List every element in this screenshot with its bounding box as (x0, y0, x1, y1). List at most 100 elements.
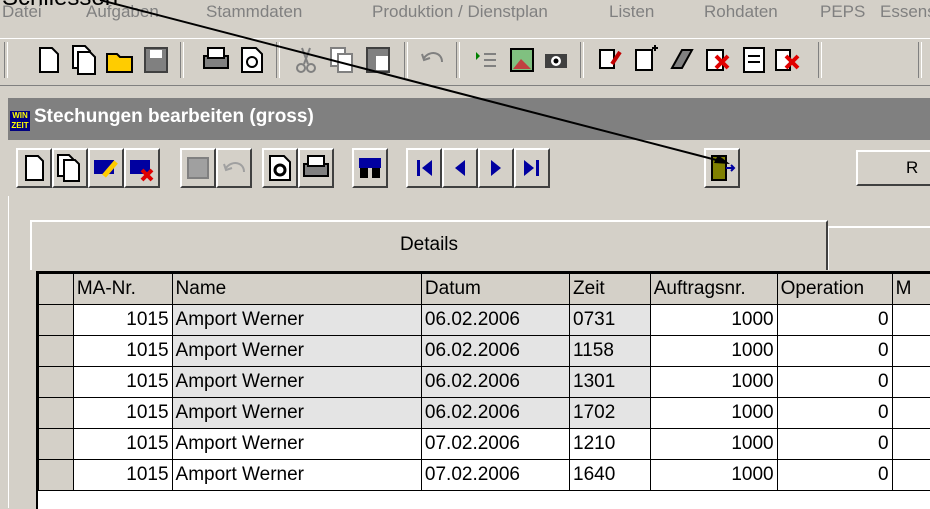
column-header-ma-nr[interactable]: MA-Nr. (73, 274, 172, 305)
cell-operation[interactable]: 0 (777, 336, 892, 367)
cell-ma-nr[interactable]: 1015 (73, 305, 172, 336)
cell-m[interactable] (892, 429, 930, 460)
document-icon[interactable] (738, 42, 770, 78)
previous-record-icon[interactable] (442, 148, 478, 188)
cell-datum[interactable]: 06.02.2006 (421, 367, 569, 398)
open-folder-icon[interactable] (104, 42, 136, 78)
print-icon[interactable] (200, 42, 232, 78)
camera-icon[interactable] (540, 42, 572, 78)
cell-m[interactable] (892, 305, 930, 336)
column-header-datum[interactable]: Datum (421, 274, 569, 305)
column-header-operation[interactable]: Operation (777, 274, 892, 305)
cell-auftragsnr[interactable]: 1000 (650, 305, 777, 336)
cell-zeit[interactable]: 1640 (570, 460, 651, 491)
menu-rohdaten[interactable]: Rohdaten (704, 2, 778, 22)
cell-m[interactable] (892, 367, 930, 398)
last-record-icon[interactable] (514, 148, 550, 188)
copy-record-icon[interactable] (52, 148, 88, 188)
preview-icon[interactable] (262, 148, 298, 188)
cell-operation[interactable]: 0 (777, 305, 892, 336)
cell-operation[interactable]: 0 (777, 460, 892, 491)
cell-zeit[interactable]: 1702 (570, 398, 651, 429)
row-indicator[interactable] (39, 460, 74, 491)
cell-auftragsnr[interactable]: 1000 (650, 460, 777, 491)
delete-icon[interactable] (702, 42, 734, 78)
column-header-name[interactable]: Name (172, 274, 421, 305)
menu-listen[interactable]: Listen (609, 2, 654, 22)
cell-zeit[interactable]: 1301 (570, 367, 651, 398)
cell-zeit[interactable]: 1210 (570, 429, 651, 460)
cell-datum[interactable]: 07.02.2006 (421, 460, 569, 491)
cell-ma-nr[interactable]: 1015 (73, 367, 172, 398)
menu-peps[interactable]: PEPS (820, 2, 865, 22)
table-row[interactable]: 1015Amport Werner07.02.2006121010000 (39, 429, 930, 460)
cell-datum[interactable]: 07.02.2006 (421, 429, 569, 460)
picture-icon[interactable] (506, 42, 538, 78)
table-row[interactable]: 1015Amport Werner06.02.2006130110000 (39, 367, 930, 398)
row-indicator[interactable] (39, 429, 74, 460)
undo-icon[interactable] (216, 148, 252, 188)
cell-name[interactable]: Amport Werner (172, 336, 421, 367)
exit-door-icon[interactable] (704, 148, 740, 188)
cell-m[interactable] (892, 398, 930, 429)
first-record-icon[interactable] (406, 148, 442, 188)
new-document-icon[interactable] (32, 42, 64, 78)
cell-datum[interactable]: 06.02.2006 (421, 398, 569, 429)
cell-name[interactable]: Amport Werner (172, 460, 421, 491)
cell-datum[interactable]: 06.02.2006 (421, 336, 569, 367)
edit-icon[interactable] (594, 42, 626, 78)
tab-details[interactable]: Details (30, 220, 828, 270)
list-icon[interactable] (470, 42, 502, 78)
row-indicator[interactable] (39, 305, 74, 336)
menu-essens[interactable]: Essens (880, 2, 930, 22)
cell-m[interactable] (892, 460, 930, 491)
cell-zeit[interactable]: 0731 (570, 305, 651, 336)
column-header-zeit[interactable]: Zeit (570, 274, 651, 305)
next-record-icon[interactable] (478, 148, 514, 188)
cell-ma-nr[interactable]: 1015 (73, 429, 172, 460)
cut-icon[interactable] (290, 42, 322, 78)
delete-record-icon[interactable] (124, 148, 160, 188)
table-row[interactable]: 1015Amport Werner06.02.2006115810000 (39, 336, 930, 367)
table-row[interactable]: 1015Amport Werner06.02.2006073110000 (39, 305, 930, 336)
cell-name[interactable]: Amport Werner (172, 367, 421, 398)
cell-name[interactable]: Amport Werner (172, 305, 421, 336)
add-document-icon[interactable] (630, 42, 662, 78)
save-icon[interactable] (140, 42, 172, 78)
cell-zeit[interactable]: 1158 (570, 336, 651, 367)
r-button[interactable]: R (856, 150, 930, 186)
row-indicator[interactable] (39, 398, 74, 429)
print-preview-icon[interactable] (236, 42, 268, 78)
copy-icon[interactable] (326, 42, 358, 78)
cell-auftragsnr[interactable]: 1000 (650, 367, 777, 398)
cell-operation[interactable]: 0 (777, 398, 892, 429)
cell-datum[interactable]: 06.02.2006 (421, 305, 569, 336)
row-indicator[interactable] (39, 367, 74, 398)
cell-ma-nr[interactable]: 1015 (73, 336, 172, 367)
cell-auftragsnr[interactable]: 1000 (650, 429, 777, 460)
tab-other[interactable] (828, 226, 930, 270)
undo-icon[interactable] (416, 42, 448, 78)
cell-ma-nr[interactable]: 1015 (73, 460, 172, 491)
search-icon[interactable] (352, 148, 388, 188)
menu-stammdaten[interactable]: Stammdaten (206, 2, 302, 22)
row-indicator[interactable] (39, 336, 74, 367)
copy-document-icon[interactable] (68, 42, 100, 78)
cell-auftragsnr[interactable]: 1000 (650, 398, 777, 429)
cell-auftragsnr[interactable]: 1000 (650, 336, 777, 367)
cell-operation[interactable]: 0 (777, 429, 892, 460)
cell-operation[interactable]: 0 (777, 367, 892, 398)
column-header-m[interactable]: M (892, 274, 930, 305)
table-row[interactable]: 1015Amport Werner07.02.2006164010000 (39, 460, 930, 491)
delete-entry-icon[interactable] (772, 42, 804, 78)
cell-name[interactable]: Amport Werner (172, 429, 421, 460)
save-record-icon[interactable] (180, 148, 216, 188)
paste-icon[interactable] (362, 42, 394, 78)
edit-record-icon[interactable] (88, 148, 124, 188)
table-row[interactable]: 1015Amport Werner06.02.2006170210000 (39, 398, 930, 429)
cell-ma-nr[interactable]: 1015 (73, 398, 172, 429)
cell-m[interactable] (892, 336, 930, 367)
erase-icon[interactable] (666, 42, 698, 78)
cell-name[interactable]: Amport Werner (172, 398, 421, 429)
column-header-auftragsnr[interactable]: Auftragsnr. (650, 274, 777, 305)
